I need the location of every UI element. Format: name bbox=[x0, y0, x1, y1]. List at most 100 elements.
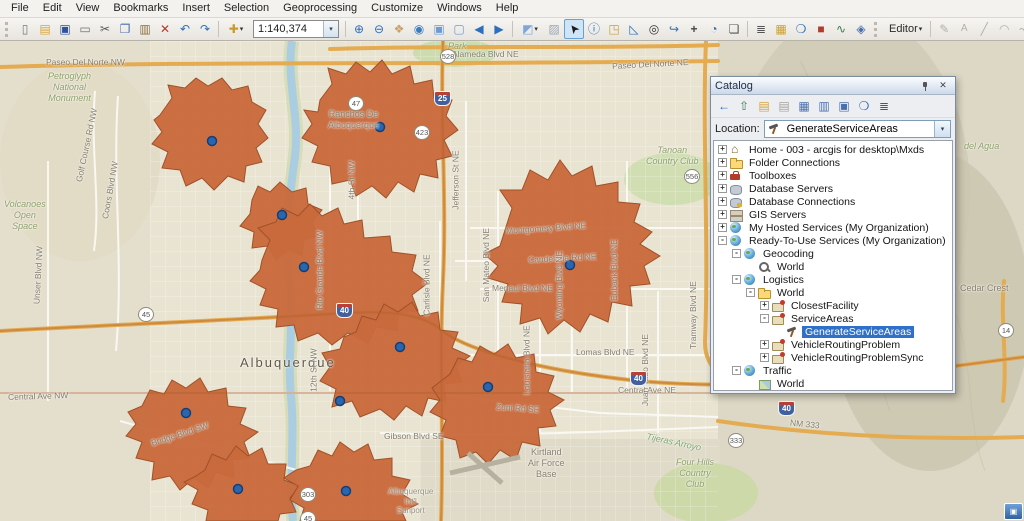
catalog-tree-item[interactable]: - Traffic bbox=[714, 364, 952, 377]
catalog-title-bar[interactable]: Catalog ✕ bbox=[711, 77, 955, 95]
add-data-icon[interactable]: ▾ bbox=[222, 19, 250, 39]
catalog-tree-item[interactable]: - ServiceAreas bbox=[714, 312, 952, 325]
tree-expander-icon[interactable] bbox=[746, 379, 755, 388]
catalog-back-icon[interactable] bbox=[714, 97, 734, 116]
new-document-icon[interactable] bbox=[15, 19, 35, 39]
location-combo[interactable]: GenerateServiceAreas ▾ bbox=[763, 120, 951, 138]
thumbnails-view-icon[interactable] bbox=[834, 97, 854, 116]
tree-expander-icon[interactable]: - bbox=[760, 314, 769, 323]
search-icon[interactable] bbox=[854, 97, 874, 116]
clear-selection-icon[interactable] bbox=[544, 19, 564, 39]
fixed-zoom-out-icon[interactable] bbox=[449, 19, 469, 39]
modelbuilder-icon[interactable] bbox=[851, 19, 871, 39]
menu-item[interactable]: Bookmarks bbox=[106, 0, 175, 17]
search-window-icon[interactable] bbox=[791, 19, 811, 39]
catalog-tree-item[interactable]: + Database Connections bbox=[714, 195, 952, 208]
menu-item[interactable]: Insert bbox=[175, 0, 217, 17]
redo-icon[interactable] bbox=[195, 19, 215, 39]
catalog-tree-item[interactable]: + VehicleRoutingProblemSync bbox=[714, 351, 952, 364]
menu-item[interactable]: Geoprocessing bbox=[276, 0, 364, 17]
cut-icon[interactable] bbox=[95, 19, 115, 39]
go-to-xy-icon[interactable] bbox=[684, 19, 704, 39]
print-icon[interactable] bbox=[75, 19, 95, 39]
catalog-tree-item[interactable]: GenerateServiceAreas bbox=[714, 325, 952, 338]
table-of-contents-icon[interactable] bbox=[751, 19, 771, 39]
menu-item[interactable]: Windows bbox=[430, 0, 489, 17]
menu-item[interactable]: File bbox=[4, 0, 36, 17]
columns-view-icon[interactable] bbox=[814, 97, 834, 116]
minimized-window-icon[interactable]: ▣ bbox=[1004, 503, 1023, 520]
catalog-tree-item[interactable]: + GIS Servers bbox=[714, 208, 952, 222]
arctoolbox-icon[interactable] bbox=[811, 19, 831, 39]
catalog-tree-item[interactable]: + VehicleRoutingProblem bbox=[714, 338, 952, 351]
zoom-out-icon[interactable] bbox=[369, 19, 389, 39]
copy-icon[interactable] bbox=[115, 19, 135, 39]
back-extent-icon[interactable] bbox=[469, 19, 489, 39]
tree-expander-icon[interactable]: + bbox=[718, 145, 727, 154]
tree-expander-icon[interactable]: + bbox=[760, 340, 769, 349]
tree-expander-icon[interactable] bbox=[774, 327, 783, 336]
tree-expander-icon[interactable]: - bbox=[746, 288, 755, 297]
forward-extent-icon[interactable] bbox=[489, 19, 509, 39]
select-features-caret[interactable]: ▾ bbox=[534, 25, 538, 33]
menu-item[interactable]: Customize bbox=[364, 0, 430, 17]
catalog-window-icon[interactable] bbox=[771, 19, 791, 39]
connect-folder-icon[interactable] bbox=[754, 97, 774, 116]
catalog-tree-item[interactable]: World bbox=[714, 260, 952, 273]
catalog-tree-item[interactable]: - Logistics bbox=[714, 273, 952, 286]
full-extent-icon[interactable] bbox=[409, 19, 429, 39]
menu-item[interactable]: View bbox=[69, 0, 107, 17]
catalog-tree-item[interactable]: + ClosestFacility bbox=[714, 299, 952, 312]
catalog-tree-item[interactable]: + Home - 003 - arcgis for desktop\Mxds bbox=[714, 142, 952, 156]
menu-item[interactable]: Edit bbox=[36, 0, 69, 17]
catalog-tree-item[interactable]: - Geocoding bbox=[714, 247, 952, 260]
tree-expander-icon[interactable]: + bbox=[718, 171, 727, 180]
identify-icon[interactable] bbox=[584, 19, 604, 39]
tree-expander-icon[interactable]: + bbox=[718, 210, 727, 219]
delete-icon[interactable] bbox=[155, 19, 175, 39]
disconnect-folder-icon[interactable] bbox=[774, 97, 794, 116]
catalog-tree-item[interactable]: + Folder Connections bbox=[714, 156, 952, 169]
catalog-tree-item[interactable]: + My Hosted Services (My Organization) bbox=[714, 221, 952, 234]
location-dropdown-caret[interactable]: ▾ bbox=[934, 121, 950, 137]
catalog-tree-item[interactable]: + Toolboxes bbox=[714, 169, 952, 182]
select-elements-icon[interactable] bbox=[564, 19, 584, 39]
close-icon[interactable]: ✕ bbox=[935, 78, 951, 93]
tree-expander-icon[interactable]: + bbox=[718, 184, 727, 193]
tree-expander-icon[interactable]: + bbox=[718, 197, 727, 206]
measure-icon[interactable] bbox=[624, 19, 644, 39]
contents-view-icon[interactable] bbox=[794, 97, 814, 116]
map-scale-combo[interactable]: 1:140,374 ▾ bbox=[253, 20, 339, 38]
toolbar-grip[interactable] bbox=[5, 21, 12, 37]
undo-icon[interactable] bbox=[175, 19, 195, 39]
tree-expander-icon[interactable]: + bbox=[718, 223, 727, 232]
open-icon[interactable] bbox=[35, 19, 55, 39]
add-data-caret[interactable]: ▾ bbox=[240, 25, 244, 33]
catalog-tree-item[interactable]: - World bbox=[714, 286, 952, 299]
tree-expander-icon[interactable]: - bbox=[718, 236, 727, 245]
tree-expander-icon[interactable]: - bbox=[732, 275, 741, 284]
tree-expander-icon[interactable]: - bbox=[732, 366, 741, 375]
zoom-in-icon[interactable] bbox=[349, 19, 369, 39]
tree-expander-icon[interactable]: + bbox=[760, 353, 769, 362]
catalog-tree-item[interactable]: - Ready-To-Use Services (My Organization… bbox=[714, 234, 952, 247]
catalog-tree-item[interactable]: + Database Servers bbox=[714, 182, 952, 195]
tree-expander-icon[interactable]: + bbox=[760, 301, 769, 310]
pan-icon[interactable] bbox=[389, 19, 409, 39]
options-menu-icon[interactable] bbox=[874, 97, 894, 116]
tree-expander-icon[interactable]: + bbox=[718, 158, 727, 167]
tree-expander-icon[interactable]: - bbox=[732, 249, 741, 258]
python-icon[interactable] bbox=[831, 19, 851, 39]
editor-menu[interactable]: Editor ▾ bbox=[884, 21, 927, 37]
find-icon[interactable] bbox=[644, 19, 664, 39]
menu-item[interactable]: Help bbox=[489, 0, 526, 17]
fixed-zoom-in-icon[interactable] bbox=[429, 19, 449, 39]
time-slider-icon[interactable] bbox=[704, 19, 724, 39]
save-icon[interactable] bbox=[55, 19, 75, 39]
select-features-icon[interactable]: ▾ bbox=[516, 19, 544, 39]
find-route-icon[interactable] bbox=[664, 19, 684, 39]
viewer-window-icon[interactable] bbox=[724, 19, 744, 39]
menu-item[interactable]: Selection bbox=[217, 0, 276, 17]
catalog-tree-item[interactable]: World bbox=[714, 377, 952, 390]
paste-icon[interactable] bbox=[135, 19, 155, 39]
